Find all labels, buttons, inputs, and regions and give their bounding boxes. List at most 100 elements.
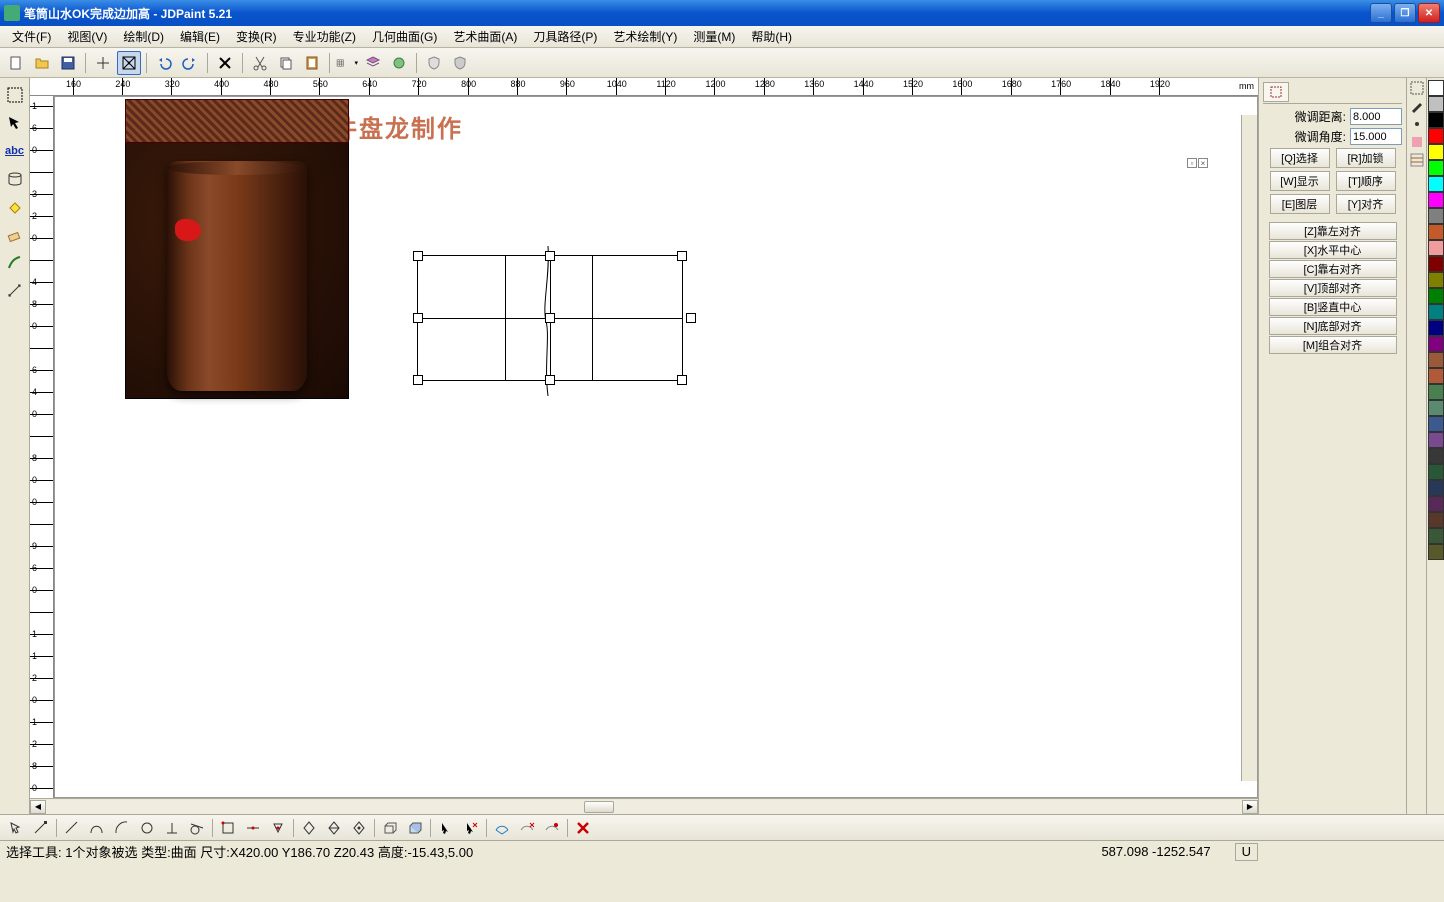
grid-button[interactable]: ▾ — [335, 51, 359, 75]
bt-arc-icon[interactable] — [110, 817, 134, 839]
color-swatch[interactable] — [1428, 192, 1444, 208]
color-swatch[interactable] — [1428, 224, 1444, 240]
nudge-angle-input[interactable] — [1350, 128, 1402, 145]
cylinder-tool-icon[interactable] — [2, 166, 28, 192]
lock-button[interactable]: [R]加锁 — [1336, 148, 1396, 168]
color-swatch[interactable] — [1428, 512, 1444, 528]
menu-draw[interactable]: 绘制(D) — [115, 26, 172, 47]
bt-line-icon[interactable] — [60, 817, 84, 839]
scroll-right-icon[interactable]: ▶ — [1242, 800, 1258, 814]
bt-diamond3-icon[interactable] — [347, 817, 371, 839]
scroll-left-icon[interactable]: ◀ — [30, 800, 46, 814]
color-swatch[interactable] — [1428, 352, 1444, 368]
color-swatch[interactable] — [1428, 496, 1444, 512]
maximize-button[interactable]: ❐ — [1394, 3, 1416, 23]
menu-measure[interactable]: 测量(M) — [685, 26, 743, 47]
bt-tangent-icon[interactable] — [185, 817, 209, 839]
color-swatch[interactable] — [1428, 256, 1444, 272]
copy-button[interactable] — [274, 51, 298, 75]
tool-pen-icon[interactable] — [1409, 98, 1425, 114]
align-button[interactable]: [Y]对齐 — [1336, 194, 1396, 214]
snap-button[interactable] — [91, 51, 115, 75]
bt-cursor1-icon[interactable] — [434, 817, 458, 839]
menu-view[interactable]: 视图(V) — [59, 26, 115, 47]
color-swatch[interactable] — [1428, 448, 1444, 464]
selected-object[interactable] — [417, 255, 683, 381]
color-swatch[interactable] — [1428, 464, 1444, 480]
bt-select-icon[interactable] — [4, 817, 28, 839]
align-bottom-button[interactable]: [N]底部对齐 — [1269, 317, 1397, 335]
panel-tab-transform[interactable] — [1263, 82, 1289, 102]
color-swatch[interactable] — [1428, 432, 1444, 448]
close-button[interactable]: ✕ — [1418, 3, 1440, 23]
color-swatch[interactable] — [1428, 208, 1444, 224]
fill-tool-icon[interactable] — [2, 194, 28, 220]
color-swatch[interactable] — [1428, 336, 1444, 352]
layers-button[interactable] — [361, 51, 385, 75]
align-group-button[interactable]: [M]组合对齐 — [1269, 336, 1397, 354]
bt-curve-icon[interactable] — [85, 817, 109, 839]
measure-tool-icon[interactable] — [2, 278, 28, 304]
tool-node-icon[interactable] — [1409, 116, 1425, 132]
text-tool-icon[interactable]: abc — [2, 138, 28, 164]
reference-image[interactable] — [125, 99, 349, 399]
show-button[interactable]: [W]显示 — [1270, 171, 1330, 191]
color-swatch[interactable] — [1428, 128, 1444, 144]
menu-geom-surface[interactable]: 几何曲面(G) — [364, 26, 445, 47]
color-swatch[interactable] — [1428, 368, 1444, 384]
resize-handle-nw[interactable] — [413, 251, 423, 261]
bt-delete-red-icon[interactable] — [571, 817, 595, 839]
bt-extrude1-icon[interactable] — [378, 817, 402, 839]
resize-handle-ne[interactable] — [677, 251, 687, 261]
bt-snap-center-icon[interactable] — [266, 817, 290, 839]
tool-pink-icon[interactable] — [1409, 134, 1425, 150]
resize-handle-se[interactable] — [677, 375, 687, 385]
align-vcenter-button[interactable]: [B]竖直中心 — [1269, 298, 1397, 316]
tool-select-all-icon[interactable] — [1409, 80, 1425, 96]
align-right-button[interactable]: [C]靠右对齐 — [1269, 260, 1397, 278]
order-button[interactable]: [T]顺序 — [1336, 171, 1396, 191]
color-swatch[interactable] — [1428, 416, 1444, 432]
color-swatch[interactable] — [1428, 240, 1444, 256]
dock-pin-icon[interactable]: ▫ — [1187, 158, 1197, 168]
paste-button[interactable] — [300, 51, 324, 75]
color-swatch[interactable] — [1428, 384, 1444, 400]
color-swatch[interactable] — [1428, 528, 1444, 544]
bt-circle-icon[interactable] — [135, 817, 159, 839]
open-file-button[interactable] — [30, 51, 54, 75]
shield1-button[interactable] — [422, 51, 446, 75]
bt-surface3-icon[interactable] — [540, 817, 564, 839]
menu-art-draw[interactable]: 艺术绘制(Y) — [605, 26, 685, 47]
color-swatch[interactable] — [1428, 400, 1444, 416]
vertical-scrollbar[interactable] — [1241, 115, 1257, 781]
menu-edit[interactable]: 编辑(E) — [172, 26, 228, 47]
bt-snap-rect-icon[interactable] — [216, 817, 240, 839]
select-rect-icon[interactable] — [2, 82, 28, 108]
arrow-tool-icon[interactable] — [2, 110, 28, 136]
drawing-canvas[interactable]: 精雕软件盘龙制作 — [54, 96, 1258, 798]
horizontal-ruler[interactable]: mm 1602403204004805606407208008809601040… — [30, 78, 1258, 96]
color-swatch[interactable] — [1428, 304, 1444, 320]
select-mode-button[interactable]: ▾ — [117, 51, 141, 75]
resize-handle-n[interactable] — [545, 251, 555, 261]
bt-surface2-icon[interactable] — [515, 817, 539, 839]
color-swatch[interactable] — [1428, 176, 1444, 192]
align-left-button[interactable]: [Z]靠左对齐 — [1269, 222, 1397, 240]
resize-handle-c[interactable] — [545, 313, 555, 323]
resize-handle-e[interactable] — [686, 313, 696, 323]
resize-handle-w[interactable] — [413, 313, 423, 323]
minimize-button[interactable]: _ — [1370, 3, 1392, 23]
bt-diamond2-icon[interactable] — [322, 817, 346, 839]
align-hcenter-button[interactable]: [X]水平中心 — [1269, 241, 1397, 259]
tool-hatch-icon[interactable] — [1409, 152, 1425, 168]
color-swatch[interactable] — [1428, 160, 1444, 176]
render-button[interactable] — [387, 51, 411, 75]
bt-perp-icon[interactable] — [160, 817, 184, 839]
redo-button[interactable] — [178, 51, 202, 75]
bt-surface1-icon[interactable] — [490, 817, 514, 839]
save-file-button[interactable] — [56, 51, 80, 75]
menu-file[interactable]: 文件(F) — [4, 26, 59, 47]
align-top-button[interactable]: [V]顶部对齐 — [1269, 279, 1397, 297]
new-file-button[interactable] — [4, 51, 28, 75]
delete-button[interactable] — [213, 51, 237, 75]
